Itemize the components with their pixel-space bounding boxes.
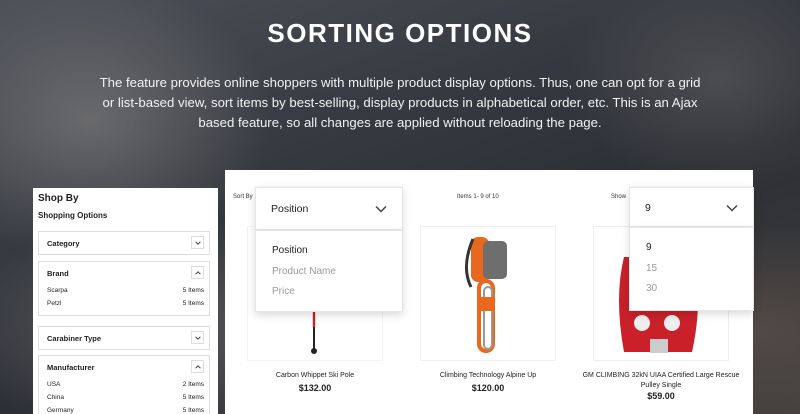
chevron-down-icon <box>726 204 738 212</box>
chevron-up-icon[interactable] <box>191 266 204 279</box>
show-per-page-options: 9 15 30 <box>629 227 754 311</box>
sort-option-position[interactable]: Position <box>272 245 308 256</box>
option-count: 5 Items <box>182 407 204 414</box>
sort-selected-value: Position <box>271 203 309 215</box>
chevron-down-icon <box>375 205 387 213</box>
page-title: SORTING OPTIONS <box>267 18 533 48</box>
filter-category[interactable]: Category <box>38 231 210 255</box>
filter-option-china[interactable]: China 5 Items <box>47 394 204 401</box>
option-name: Germany <box>47 407 74 414</box>
show-label: Show <box>611 194 627 200</box>
option-name: Petzl <box>47 300 62 307</box>
filter-carabiner-type[interactable]: Carabiner Type <box>38 326 210 350</box>
filter-option-germany[interactable]: Germany 5 Items <box>47 407 204 414</box>
filter-option-scarpa[interactable]: Scarpa 5 Items <box>47 287 204 294</box>
filter-label: Carabiner Type <box>47 334 102 343</box>
product-price-rescue-pulley: $59.00 <box>647 391 675 401</box>
show-option-30[interactable]: 30 <box>646 283 657 294</box>
option-name: China <box>47 394 64 401</box>
show-selected-value: 9 <box>645 202 651 214</box>
filter-label: Brand <box>47 269 69 278</box>
product-price-alpine-up: $120.00 <box>471 383 505 393</box>
chevron-down-icon[interactable] <box>191 236 204 249</box>
sidebar-title: Shop By <box>38 193 79 204</box>
product-name-alpine-up[interactable]: Climbing Technology Alpine Up <box>420 371 556 381</box>
option-name: USA <box>47 381 61 388</box>
filter-label: Category <box>47 239 80 248</box>
items-count-info: Items 1- 9 of 10 <box>457 194 499 200</box>
sort-by-select[interactable]: Position <box>255 187 403 230</box>
show-per-page-select[interactable]: 9 <box>629 187 754 227</box>
chevron-up-icon[interactable] <box>191 360 204 373</box>
product-name-rescue-pulley[interactable]: GM CLIMBING 32kN UIAA Certified Large Re… <box>577 371 745 391</box>
show-option-15[interactable]: 15 <box>646 263 657 274</box>
chevron-down-icon[interactable] <box>191 331 204 344</box>
option-count: 5 Items <box>182 287 204 294</box>
alpine-up-image <box>465 237 507 353</box>
shop-by-sidebar: Shop By Shopping Options Category Brand … <box>33 188 218 414</box>
sort-option-price[interactable]: Price <box>272 286 295 297</box>
option-count: 5 Items <box>182 300 204 307</box>
product-name-ski-pole[interactable]: Carbon Whippet Ski Pole <box>247 371 383 381</box>
sort-option-product-name[interactable]: Product Name <box>272 266 336 277</box>
option-count: 5 Items <box>182 394 204 401</box>
option-count: 2 Items <box>182 381 204 388</box>
filter-option-petzl[interactable]: Petzl 5 Items <box>47 300 204 307</box>
sidebar-subtitle: Shopping Options <box>38 211 108 220</box>
option-name: Scarpa <box>47 287 68 294</box>
product-price-ski-pole: $132.00 <box>298 383 332 393</box>
sort-by-label: Sort By <box>233 194 253 200</box>
filter-label: Manufacturer <box>47 363 95 372</box>
filter-option-usa[interactable]: USA 2 Items <box>47 381 204 388</box>
sort-by-options: Position Product Name Price <box>255 230 403 312</box>
hero-description: The feature provides online shoppers wit… <box>99 75 701 130</box>
product-image-alpine-up[interactable] <box>420 226 556 361</box>
show-option-9[interactable]: 9 <box>646 242 652 253</box>
